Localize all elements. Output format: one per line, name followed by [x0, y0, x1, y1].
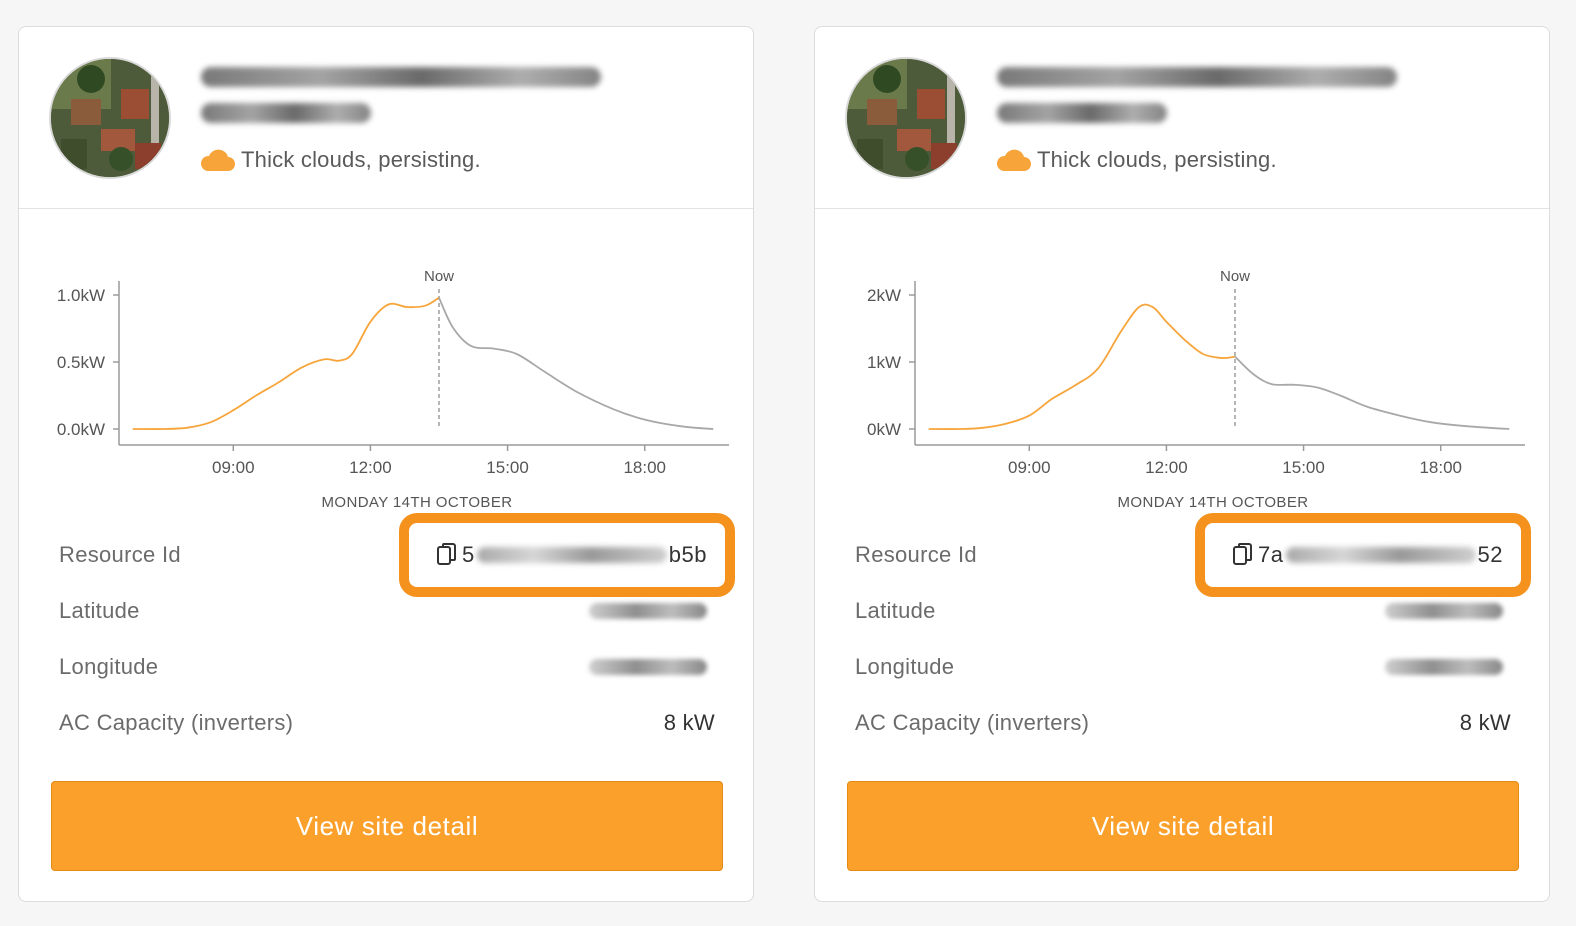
- x-tick-label: 12:00: [1145, 458, 1188, 477]
- longitude-label: Longitude: [59, 654, 159, 679]
- ac-capacity-row: AC Capacity (inverters) 8 kW: [59, 695, 715, 751]
- longitude-value-redacted: [589, 659, 707, 675]
- ac-capacity-label: AC Capacity (inverters): [855, 710, 1090, 735]
- x-tick-label: 12:00: [349, 458, 392, 477]
- site-card: Thick clouds, persisting. 0kW 1kW 2kW 09:00…: [814, 26, 1550, 902]
- copy-icon[interactable]: [1232, 542, 1254, 568]
- x-tick-label: 09:00: [212, 458, 255, 477]
- resource-id-row: Resource Id 5 b5b: [59, 513, 735, 597]
- cloud-icon: [200, 149, 235, 171]
- resource-id-row: Resource Id 7a 52: [855, 513, 1531, 597]
- weather-text: Thick clouds, persisting.: [241, 147, 481, 172]
- site-name-redacted: [201, 63, 621, 123]
- y-tick-label: 0.0kW: [57, 420, 105, 439]
- actual-series-line: [928, 303, 1236, 430]
- forecast-series-line: [1234, 355, 1510, 430]
- x-tick-label: 09:00: [1008, 458, 1051, 477]
- weather-text: Thick clouds, persisting.: [1037, 147, 1277, 172]
- y-tick-label: 2kW: [867, 286, 901, 305]
- y-tick-label: 0kW: [867, 420, 901, 439]
- power-chart: 0kW 1kW 2kW 09:00 12:00 15:00 18:00 MONDAY 14TH…: [815, 223, 1551, 513]
- x-axis-label: MONDAY 14TH OCTOBER: [322, 494, 513, 511]
- power-chart: 0.0kW 0.5kW 1.0kW 09:00 12:00 15:00 18:00 MONDA…: [19, 223, 755, 513]
- longitude-row: Longitude: [855, 639, 1511, 695]
- now-marker-label: Now: [424, 268, 454, 285]
- resource-id-label: Resource Id: [855, 542, 977, 567]
- site-card: Thick clouds, persisting. 0.0kW 0.5kW 1.0k…: [18, 26, 754, 902]
- site-card-header: Thick clouds, persisting.: [19, 27, 753, 209]
- x-tick-label: 18:00: [1419, 458, 1462, 477]
- actual-series-line: [132, 296, 440, 430]
- resource-id-end: 52: [1477, 542, 1503, 567]
- forecast-series-line: [438, 297, 714, 430]
- latitude-label: Latitude: [59, 598, 140, 623]
- latitude-label: Latitude: [855, 598, 936, 623]
- site-info: Resource Id 5 b5b Latitude Longitude AC …: [59, 513, 735, 751]
- view-site-detail-button[interactable]: View site detail: [51, 781, 723, 871]
- y-tick-label: 0.5kW: [57, 353, 105, 372]
- longitude-label: Longitude: [855, 654, 955, 679]
- y-tick-label: 1kW: [867, 353, 901, 372]
- resource-id-redacted: [476, 547, 667, 563]
- resource-id-start: 5: [462, 542, 475, 567]
- resource-id-label: Resource Id: [59, 542, 181, 567]
- now-marker-label: Now: [1220, 268, 1250, 285]
- site-avatar: [845, 57, 967, 179]
- site-avatar: [49, 57, 171, 179]
- resource-id-end: b5b: [668, 542, 707, 567]
- longitude-row: Longitude: [59, 639, 715, 695]
- ac-capacity-row: AC Capacity (inverters) 8 kW: [855, 695, 1511, 751]
- site-name-redacted: [997, 63, 1417, 123]
- latitude-value-redacted: [1385, 603, 1503, 619]
- view-site-detail-button[interactable]: View site detail: [847, 781, 1519, 871]
- resource-id-start: 7a: [1258, 542, 1284, 567]
- y-tick-label: 1.0kW: [57, 286, 105, 305]
- ac-capacity-value: 8 kW: [1459, 710, 1511, 735]
- weather-summary: Thick clouds, persisting.: [199, 145, 481, 175]
- x-tick-label: 15:00: [1282, 458, 1325, 477]
- site-card-header: Thick clouds, persisting.: [815, 27, 1549, 209]
- latitude-row: Latitude: [855, 583, 1511, 639]
- x-tick-label: 18:00: [623, 458, 666, 477]
- ac-capacity-value: 8 kW: [663, 710, 715, 735]
- site-info: Resource Id 7a 52 Latitude Longitude AC …: [855, 513, 1531, 751]
- x-tick-label: 15:00: [486, 458, 529, 477]
- latitude-value-redacted: [589, 603, 707, 619]
- copy-icon[interactable]: [436, 542, 458, 568]
- ac-capacity-label: AC Capacity (inverters): [59, 710, 294, 735]
- latitude-row: Latitude: [59, 583, 715, 639]
- x-axis-label: MONDAY 14TH OCTOBER: [1118, 494, 1309, 511]
- longitude-value-redacted: [1385, 659, 1503, 675]
- resource-id-redacted: [1285, 547, 1476, 563]
- cloud-icon: [996, 149, 1031, 171]
- weather-summary: Thick clouds, persisting.: [995, 145, 1277, 175]
